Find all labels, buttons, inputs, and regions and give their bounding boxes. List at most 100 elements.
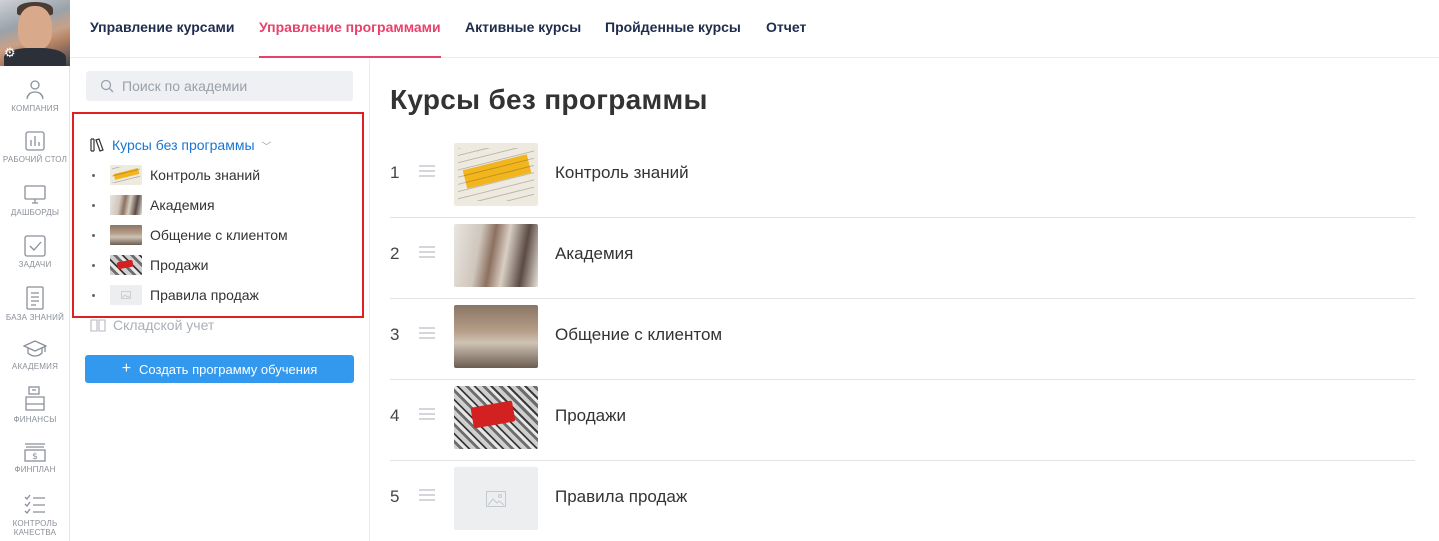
row-number: 5 — [390, 487, 400, 506]
tree-group-warehouse-label: Складской учет — [113, 317, 215, 333]
drag-handle-icon[interactable] — [419, 408, 435, 420]
drag-handle-icon[interactable] — [419, 327, 435, 339]
rail-item-knowledge[interactable]: БАЗА ЗНАНИЙ — [0, 286, 70, 322]
course-row[interactable]: 4 Продажи — [390, 380, 1415, 461]
course-name[interactable]: Правила продаж — [555, 487, 687, 507]
tree-course-item[interactable]: Академия — [92, 194, 215, 216]
tree-course-label: Общение с клиентом — [150, 227, 288, 243]
book-icon — [90, 318, 106, 332]
tree-course-item[interactable]: Продажи — [92, 254, 208, 276]
app: ⚙ КОМПАНИЯ РАБОЧИЙ СТОЛ ДАШБОРДЫ ЗАДАЧИ … — [0, 0, 1439, 541]
rail-item-academy[interactable]: АКАДЕМИЯ — [0, 339, 70, 371]
course-row[interactable]: 3 Общение с клиентом — [390, 299, 1415, 380]
rail-item-desktop[interactable]: РАБОЧИЙ СТОЛ — [0, 130, 70, 164]
rail-label-dashboards: ДАШБОРДЫ — [10, 208, 60, 217]
money-stack-icon: $ — [24, 443, 46, 462]
course-image — [454, 386, 538, 449]
chevron-down-icon[interactable]: ﹀ — [262, 138, 272, 153]
tree-course-label: Правила продаж — [150, 287, 259, 303]
course-thumbnail — [110, 285, 142, 305]
rail-item-company[interactable]: КОМПАНИЯ — [0, 79, 70, 113]
course-name[interactable]: Контроль знаний — [555, 163, 689, 183]
rail-item-finance[interactable]: ФИНАНСЫ — [0, 386, 70, 424]
course-image — [454, 224, 538, 287]
company-icon — [26, 80, 44, 100]
rail-label-desktop: РАБОЧИЙ СТОЛ — [2, 155, 68, 164]
tree-group-no-program[interactable]: Курсы без программы ﹀ — [90, 137, 272, 153]
search-input[interactable] — [122, 71, 347, 101]
rail-item-dashboards[interactable]: ДАШБОРДЫ — [0, 183, 70, 217]
tab-report[interactable]: Отчет — [766, 19, 806, 35]
tab-course-management[interactable]: Управление курсами — [90, 19, 235, 35]
graduation-cap-icon — [23, 340, 47, 357]
course-name[interactable]: Общение с клиентом — [555, 325, 722, 345]
rail-label-knowledge: БАЗА ЗНАНИЙ — [5, 313, 65, 322]
course-row[interactable]: 2 Академия — [390, 218, 1415, 299]
course-image — [454, 305, 538, 368]
rail-label-academy: АКАДЕМИЯ — [11, 362, 59, 371]
main-content: Курсы без программы 1 Контроль знаний 2 … — [370, 58, 1439, 541]
course-thumbnail — [110, 195, 142, 215]
tab-program-management[interactable]: Управление программами — [259, 19, 441, 58]
rail-item-tasks[interactable]: ЗАДАЧИ — [0, 235, 70, 269]
tree-course-label: Контроль знаний — [150, 167, 261, 183]
row-number: 1 — [390, 163, 400, 182]
rail-item-finplan[interactable]: $ ФИНПЛАН — [0, 442, 70, 474]
course-row[interactable]: 5 Правила продаж — [390, 461, 1415, 541]
drag-handle-icon[interactable] — [419, 246, 435, 258]
books-icon — [90, 138, 104, 152]
tab-active-courses[interactable]: Активные курсы — [465, 19, 581, 35]
course-name[interactable]: Продажи — [555, 406, 626, 426]
create-program-button[interactable]: + Создать программу обучения — [85, 355, 354, 383]
course-thumbnail — [110, 255, 142, 275]
page-title: Курсы без программы — [390, 84, 708, 115]
bullet — [92, 203, 95, 207]
course-row[interactable]: 1 Контроль знаний — [390, 137, 1415, 218]
tree-course-label: Продажи — [150, 257, 209, 273]
checklist-icon — [24, 494, 45, 514]
tree-group-warehouse[interactable]: Складской учет — [90, 317, 214, 333]
monitor-icon — [24, 185, 46, 204]
programs-panel: Курсы без программы ﹀ Контроль знаний Ак… — [70, 58, 370, 541]
tree-group-label: Курсы без программы — [112, 137, 255, 153]
gear-icon[interactable]: ⚙ — [4, 46, 16, 59]
course-image — [454, 467, 538, 530]
tree-course-label: Академия — [150, 197, 215, 213]
row-number: 4 — [390, 406, 400, 425]
drag-handle-icon[interactable] — [419, 489, 435, 501]
tree-course-item[interactable]: Контроль знаний — [92, 164, 260, 186]
tab-completed-courses[interactable]: Пройденные курсы — [605, 19, 741, 35]
tree-course-item[interactable]: Правила продаж — [92, 284, 259, 306]
avatar[interactable]: ⚙ — [0, 0, 70, 66]
desktop-chart-icon — [25, 131, 45, 151]
row-number: 3 — [390, 325, 400, 344]
rail-label-quality: КОНТРОЛЬ КАЧЕСТВА — [12, 519, 58, 537]
svg-text:$: $ — [32, 452, 38, 462]
rail-item-quality[interactable]: КОНТРОЛЬ КАЧЕСТВА — [0, 492, 70, 537]
rail-label-tasks: ЗАДАЧИ — [18, 260, 52, 269]
course-thumbnail — [110, 165, 142, 185]
search-icon — [100, 79, 114, 93]
top-nav: Управление курсами Управление программам… — [70, 0, 1439, 58]
plus-icon: + — [121, 360, 132, 377]
create-program-label: Создать программу обучения — [139, 361, 318, 377]
bullet — [92, 173, 95, 177]
left-rail: ⚙ КОМПАНИЯ РАБОЧИЙ СТОЛ ДАШБОРДЫ ЗАДАЧИ … — [0, 0, 70, 541]
row-number: 2 — [390, 244, 400, 263]
avatar-face — [18, 6, 52, 50]
checkbox-icon — [24, 235, 46, 257]
rail-label-finplan: ФИНПЛАН — [14, 465, 56, 474]
image-placeholder-icon — [121, 291, 131, 299]
drag-handle-icon[interactable] — [419, 165, 435, 177]
course-image — [454, 143, 538, 206]
course-name[interactable]: Академия — [555, 244, 633, 264]
course-thumbnail — [110, 225, 142, 245]
rail-label-finance: ФИНАНСЫ — [13, 415, 57, 424]
bullet — [92, 233, 95, 237]
bullet — [92, 263, 95, 267]
tree-course-item[interactable]: Общение с клиентом — [92, 224, 288, 246]
rail-label-company: КОМПАНИЯ — [11, 104, 59, 113]
search-box — [86, 71, 353, 101]
image-placeholder-icon — [486, 490, 506, 507]
document-icon — [26, 286, 44, 310]
